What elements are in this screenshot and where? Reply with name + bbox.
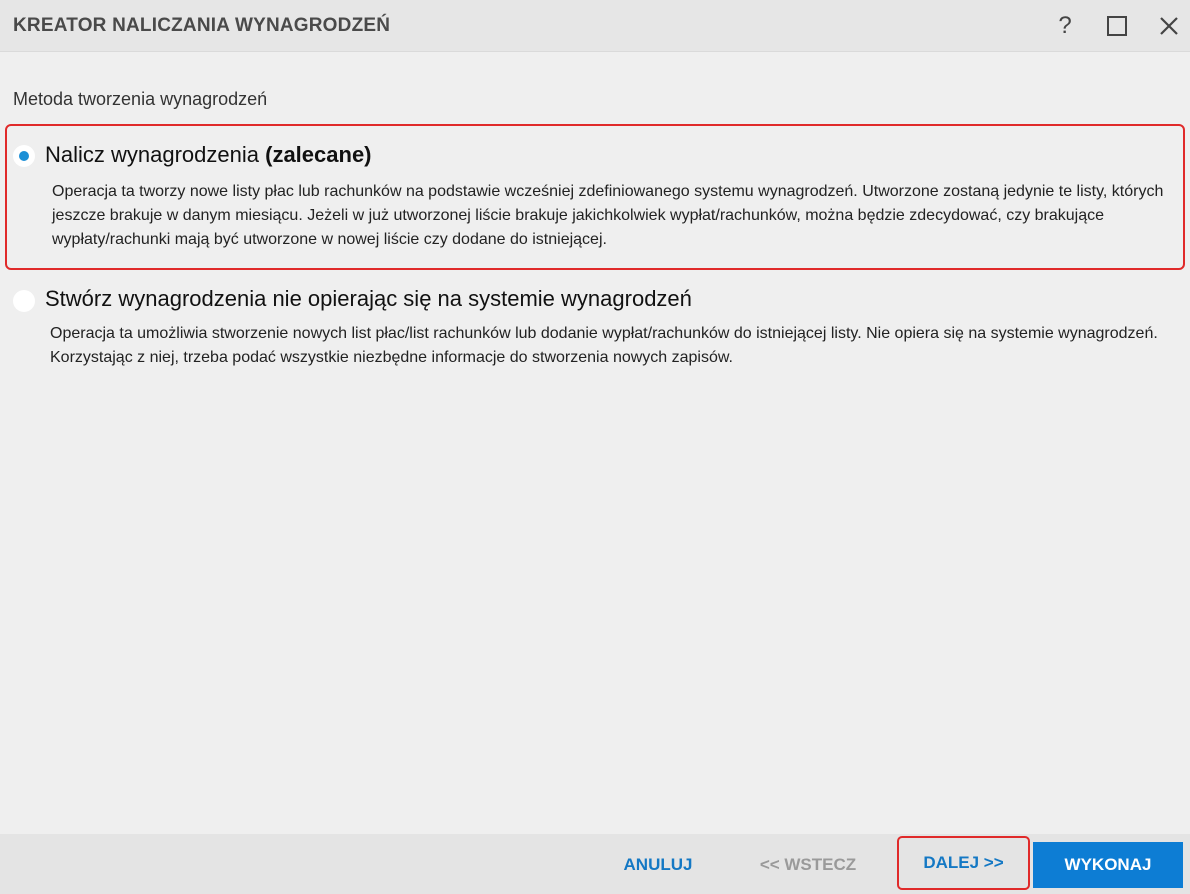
back-button[interactable]: << WSTECZ xyxy=(742,842,874,888)
window-title: KREATOR NALICZANIA WYNAGRODZEŃ xyxy=(13,15,391,36)
option-create-without-system[interactable]: Stwórz wynagrodzenia nie opierając się n… xyxy=(5,280,1185,380)
option-title: Nalicz wynagrodzenia (zalecane) xyxy=(45,142,372,168)
section-label: Metoda tworzenia wynagrodzeń xyxy=(13,89,268,109)
radio-selected-dot xyxy=(19,151,29,161)
maximize-button[interactable] xyxy=(1099,8,1135,44)
option-calculate-payroll[interactable]: Nalicz wynagrodzenia (zalecane) Operacja… xyxy=(5,124,1185,270)
execute-button[interactable]: WYKONAJ xyxy=(1033,842,1183,888)
cancel-button[interactable]: ANULUJ xyxy=(606,842,710,888)
next-button[interactable]: DALEJ >> xyxy=(897,836,1030,890)
option-description: Operacja ta umożliwia stworzenie nowych … xyxy=(50,325,1158,366)
option-title-text: Nalicz wynagrodzenia xyxy=(45,142,259,167)
option-title-recommended: (zalecane) xyxy=(265,142,372,167)
help-button[interactable]: ? xyxy=(1047,8,1083,44)
close-button[interactable] xyxy=(1151,8,1187,44)
wizard-window: KREATOR NALICZANIA WYNAGRODZEŃ ? Metoda … xyxy=(0,0,1190,894)
maximize-icon xyxy=(1107,16,1127,36)
footer-bar: ANULUJ << WSTECZ DALEJ >> WYKONAJ xyxy=(0,834,1190,894)
close-icon xyxy=(1160,17,1178,35)
radio-create-without-system[interactable] xyxy=(13,290,35,312)
radio-calculate-payroll[interactable] xyxy=(13,145,35,167)
option-title: Stwórz wynagrodzenia nie opierając się n… xyxy=(45,286,692,311)
option-description: Operacja ta tworzy nowe listy płac lub r… xyxy=(52,183,1164,248)
title-bar: KREATOR NALICZANIA WYNAGRODZEŃ ? xyxy=(0,0,1190,52)
help-icon: ? xyxy=(1058,12,1072,39)
